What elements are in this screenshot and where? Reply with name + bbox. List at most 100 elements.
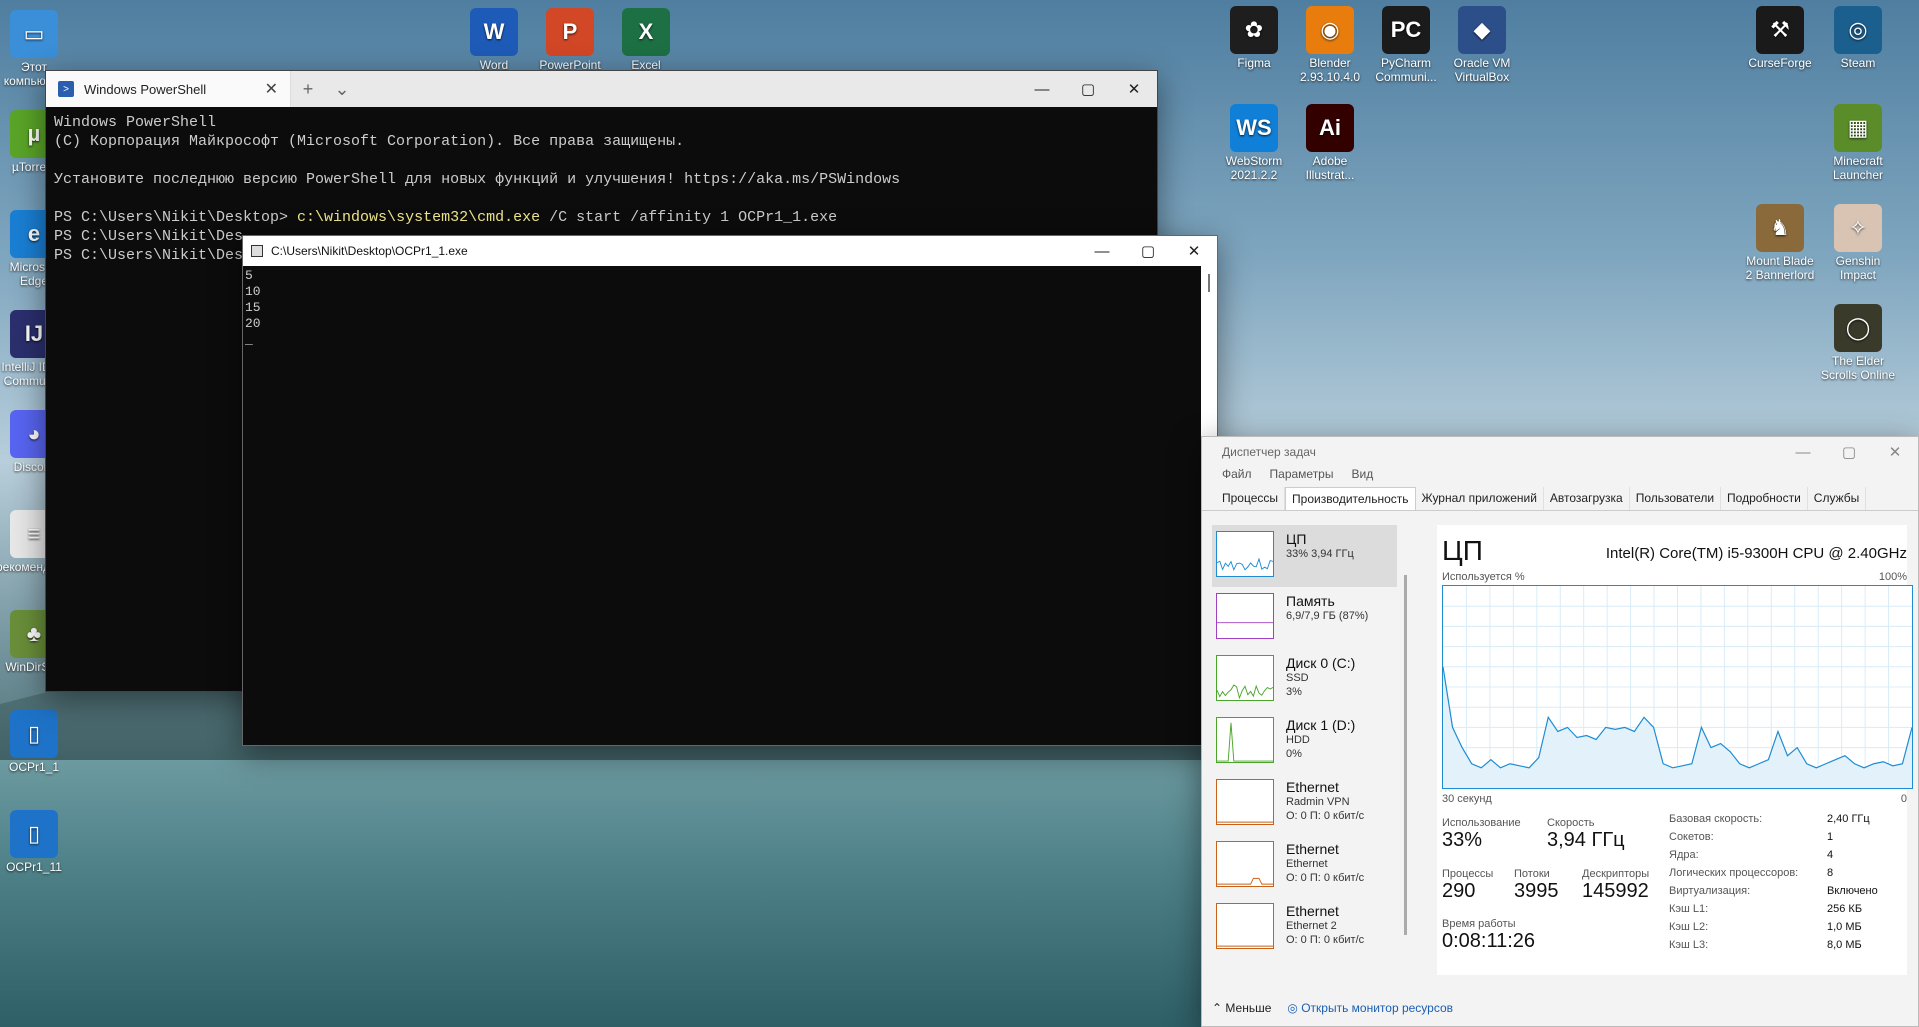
desktop-shortcut-label: Figma [1237,56,1271,70]
desktop-shortcut[interactable]: ▦ Minecraft Launcher [1820,104,1896,182]
desktop-shortcut[interactable]: W Word [456,8,532,72]
minimize-button[interactable]: — [1079,236,1125,266]
maximize-button[interactable]: ▢ [1826,437,1872,467]
spec-key: Кэш L2: [1669,921,1709,933]
resource-sub: HDD [1286,734,1310,746]
console-app-icon [251,245,263,257]
desktop-shortcut[interactable]: ♞ Mount Blade 2 Bannerlord [1742,204,1818,282]
maximize-button[interactable]: ▢ [1065,71,1111,107]
stat-usage: Использование 33% [1442,817,1521,851]
spec-value: 256 КБ [1827,903,1863,915]
tab-5[interactable]: Подробности [1721,487,1808,510]
desktop-shortcut[interactable]: ◉ Blender 2.93.10.4.0 [1292,6,1368,84]
fewer-details-button[interactable]: ⌃ Меньше [1212,1001,1271,1015]
spec-key: Сокетов: [1669,831,1714,843]
graph-y-max: 100% [1878,571,1907,583]
genshin-icon: ✧ [1834,204,1882,252]
new-tab-button[interactable]: + [291,79,325,100]
spec-value: 2,40 ГГц [1827,813,1870,825]
close-button[interactable]: ✕ [1111,71,1157,107]
tab-4[interactable]: Пользователи [1630,487,1722,510]
spec-row: Базовая скорость: 2,40 ГГц [1669,810,1909,828]
desktop-shortcut[interactable]: P PowerPoint [532,8,608,72]
desktop-shortcut-label: PyCharm Communi... [1375,56,1437,84]
powershell-tab[interactable]: > Windows PowerShell ✕ [46,71,291,107]
desktop-shortcut[interactable]: ▯ OCPr1_11 [0,810,72,874]
graph-y-label: Используется % [1442,571,1525,583]
resource-item-disk[interactable]: Диск 1 (D:) HDD 0% [1212,711,1397,773]
illustrator-icon: Ai [1306,104,1354,152]
resource-item-eth[interactable]: Ethernet Ethernet О: 0 П: 0 кбит/с [1212,835,1397,897]
eso-icon: ◯ [1834,304,1882,352]
minimize-button[interactable]: — [1780,437,1826,467]
menu-item[interactable]: Файл [1222,467,1252,487]
desktop-shortcut[interactable]: ✧ Genshin Impact [1820,204,1896,282]
resource-thumbnail [1216,655,1274,701]
cmd-titlebar[interactable]: C:\Users\Nikit\Desktop\OCPr1_1.exe — ▢ ✕ [243,236,1217,266]
tab-bar: Процессы Производительность Журнал приложе… [1202,487,1918,511]
minimize-button[interactable]: — [1019,71,1065,107]
desktop-shortcut[interactable]: X Excel [608,8,684,72]
powershell-titlebar[interactable]: > Windows PowerShell ✕ + ⌄ — ▢ ✕ [46,71,1157,107]
cmd-title-text: C:\Users\Nikit\Desktop\OCPr1_1.exe [271,244,468,258]
spec-key: Кэш L3: [1669,939,1709,951]
chevron-down-icon[interactable]: ⌄ [325,79,359,100]
resource-item-cpu[interactable]: ЦП 33% 3,94 ГГц [1212,525,1397,587]
desktop-shortcut[interactable]: Ai Adobe Illustrat... [1292,104,1368,182]
resource-item-eth[interactable]: Ethernet Ethernet 2 О: 0 П: 0 кбит/с [1212,897,1397,959]
cmd-output[interactable]: 5 10 15 20 _ [243,266,1217,350]
tab-6[interactable]: Службы [1808,487,1867,510]
spec-row: Кэш L1: 256 КБ [1669,900,1909,918]
tab-1[interactable]: Производительность [1285,487,1416,510]
resource-item-mem[interactable]: Память 6,9/7,9 ГБ (87%) [1212,587,1397,649]
resource-item-eth[interactable]: Ethernet Radmin VPN О: 0 П: 0 кбит/с [1212,773,1397,835]
desktop-shortcut-label: The Elder Scrolls Online [1820,354,1896,382]
resource-name: Диск 1 (D:) [1286,717,1356,733]
desktop-shortcut[interactable]: ⚒ CurseForge [1742,6,1818,70]
maximize-button[interactable]: ▢ [1125,236,1171,266]
resource-sub: 6,9/7,9 ГБ (87%) [1286,610,1369,622]
resource-name: Память [1286,593,1335,609]
scrollbar[interactable] [1404,575,1407,935]
resource-list: ЦП 33% 3,94 ГГц Память 6,9/7,9 ГБ (87%) Диск… [1212,525,1397,975]
spec-value: 1,0 МБ [1827,921,1862,933]
desktop-shortcut[interactable]: ◯ The Elder Scrolls Online [1820,304,1896,382]
resource-thumbnail [1216,841,1274,887]
menu-item[interactable]: Параметры [1270,467,1334,487]
desktop-shortcut-label: CurseForge [1748,56,1812,70]
desktop-shortcut-label: Minecraft Launcher [1832,154,1884,182]
desktop-shortcut-label: WebStorm 2021.2.2 [1225,154,1283,182]
menu-item[interactable]: Вид [1351,467,1373,487]
task-manager-titlebar[interactable]: Диспетчер задач — ▢ ✕ [1202,437,1918,467]
close-button[interactable]: ✕ [1872,437,1918,467]
resource-thumbnail [1216,717,1274,763]
desktop-shortcut[interactable]: PC PyCharm Communi... [1368,6,1444,84]
desktop-shortcut-label: Oracle VM VirtualBox [1453,56,1511,84]
tab-2[interactable]: Журнал приложений [1416,487,1544,510]
tab-0[interactable]: Процессы [1216,487,1286,510]
console-line: PS C:\Users\Nikit\Desktop> c:\windows\sy… [54,209,838,226]
resource-item-disk[interactable]: Диск 0 (C:) SSD 3% [1212,649,1397,711]
desktop-shortcut[interactable]: ✿ Figma [1216,6,1292,70]
desktop-shortcut[interactable]: ◎ Steam [1820,6,1896,70]
exe-icon: ▯ [10,810,58,858]
cpu-graph-svg [1443,586,1912,788]
stat-speed: Скорость 3,94 ГГц [1547,817,1625,851]
close-tab-icon[interactable]: ✕ [265,79,278,99]
resource-sub: 0% [1286,748,1302,760]
task-manager-title: Диспетчер задач [1222,445,1316,459]
close-button[interactable]: ✕ [1171,236,1217,266]
minecraft-icon: ▦ [1834,104,1882,152]
blender-icon: ◉ [1306,6,1354,54]
open-resource-monitor-link[interactable]: ◎ Открыть монитор ресурсов [1287,1001,1453,1015]
cpu-model: Intel(R) Core(TM) i5-9300H CPU @ 2.40GHz [1605,545,1907,562]
resource-sub: О: 0 П: 0 кбит/с [1286,872,1365,884]
desktop-shortcut[interactable]: ◆ Oracle VM VirtualBox [1444,6,1520,84]
curseforge-icon: ⚒ [1756,6,1804,54]
desktop-shortcut[interactable]: ▯ OCPr1_1 [0,710,72,774]
resource-name: Ethernet [1286,903,1339,919]
desktop-shortcut[interactable]: WS WebStorm 2021.2.2 [1216,104,1292,182]
console-line: (C) Корпорация Майкрософт (Microsoft Cor… [54,133,685,150]
tab-3[interactable]: Автозагрузка [1544,487,1630,510]
